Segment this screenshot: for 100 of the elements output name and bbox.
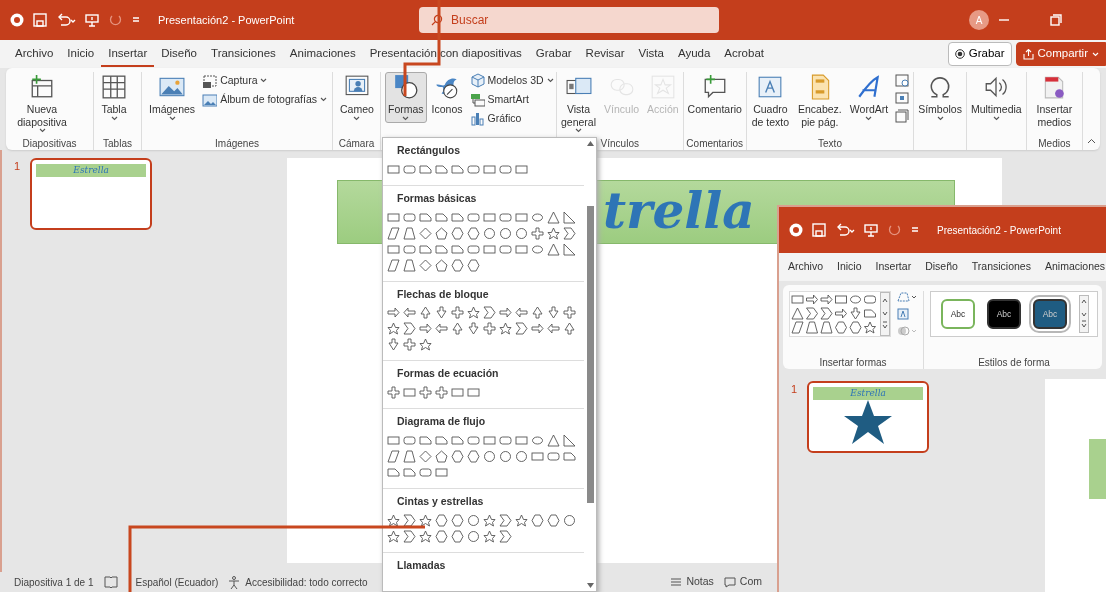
ribbon-button[interactable]: Modelos 3D [467,72,556,90]
ribbon-button[interactable]: Encabez. pie pág. [794,72,845,131]
share-button[interactable]: Compartir [1015,42,1106,66]
customize-icon[interactable] [910,225,920,235]
menu-tab[interactable]: Acrobat [717,41,771,67]
menu-tab[interactable]: Diseño [154,41,205,67]
menu-tab[interactable]: Inicio [60,41,102,67]
scrollbar-thumb[interactable] [586,206,594,503]
comments-button[interactable]: Com [723,574,762,590]
thumbnail-title: Estrella [813,387,924,400]
record-button[interactable]: Grabar [947,42,1012,66]
save-icon[interactable] [33,13,47,27]
autosave-icon[interactable] [789,223,803,237]
autosave-icon[interactable] [10,13,24,27]
section-heading: Cintas y estrellas [396,493,485,509]
table-icon [101,74,127,100]
ribbon-button[interactable]: Comentario [684,72,745,118]
section-heading: Llamadas [396,557,447,573]
menu-tab[interactable]: Insertar [101,41,155,67]
window-title: Presentación2 - PowerPoint [158,12,295,28]
style-swatch[interactable]: Abc [941,299,975,329]
shapes-icon [392,74,419,100]
new-slide-icon [29,74,55,100]
language-label: Español (Ecuador) [135,575,219,590]
presenter-icon[interactable] [85,13,99,27]
slide-number-icon [895,91,911,106]
menu-tab[interactable]: Archivo [781,255,830,279]
redo-icon[interactable] [108,13,122,27]
ribbon-button[interactable]: Insertar medios [1027,72,1081,131]
menu-tab[interactable]: Inicio [830,255,869,279]
ribbon-button[interactable]: Imágenes [146,72,199,123]
text-box-icon[interactable] [897,308,909,320]
menu-tab[interactable]: Vista [631,41,671,67]
ribbon-button[interactable]: Cuadro de texto [747,72,793,131]
menu-tab[interactable]: Transiciones [204,41,283,67]
group-label: Imágenes [215,138,259,149]
screenshot-icon [202,73,218,89]
group-label: Comentarios [686,138,744,149]
star-icon [844,400,893,446]
ribbon-button[interactable]: Tabla [98,72,130,123]
menu-tab[interactable]: Archivo [8,41,61,67]
slide-number: 1 [14,159,21,174]
slide-number: 1 [791,382,798,397]
ribbon-button[interactable]: SmartArt [467,90,556,109]
menu-tab[interactable]: Revisar [578,41,632,67]
merge-shapes-icon[interactable] [897,325,917,337]
ribbon-button[interactable]: Multimedia [967,72,1025,123]
ribbon-button[interactable]: WordArt [846,72,892,123]
accessibility-status: Accesibilidad: todo correcto [245,575,368,590]
edit-shape-icon[interactable] [897,291,917,303]
customize-icon[interactable] [131,15,141,25]
save-icon[interactable] [812,223,826,237]
menu-tab[interactable]: Transiciones [964,255,1038,279]
ribbon-button[interactable]: Cameo [337,72,377,123]
undo-icon[interactable] [56,13,76,27]
group-label: Texto [818,138,842,149]
record-icon [954,49,965,59]
caret-icon [1092,51,1099,57]
search-field[interactable]: Buscar [419,7,719,33]
restore-icon[interactable] [1050,14,1062,26]
menu-tab[interactable]: Diseño [918,255,965,279]
presenter-icon[interactable] [864,223,878,237]
menu-tab[interactable]: Insertar [868,255,919,279]
group-label: Medios [1038,138,1071,149]
group-label: Insertar formas [819,357,887,368]
ribbon-button[interactable]: Álbum de fotografías [200,90,329,109]
section-heading: Formas básicas [396,190,478,206]
gallery-scroll-icon[interactable] [1079,295,1089,333]
menu-tab[interactable]: Ayuda [670,41,718,67]
accessibility-icon[interactable] [228,575,242,589]
cube-icon [469,73,485,89]
style-swatch[interactable]: Abc [987,299,1021,329]
section-heading: Diagrama de flujo [396,414,487,430]
speaker-icon [983,74,1010,100]
menu-tab[interactable]: Presentación con diapositivas [362,41,529,67]
gallery-scroll-icon[interactable] [880,292,890,336]
collapse-icon[interactable] [1087,138,1096,144]
book-icon[interactable] [103,576,118,588]
menu-tab[interactable]: Animaciones [1037,255,1106,279]
ribbon-button[interactable]: Símbolos [915,72,965,123]
search-icon [431,14,443,26]
ribbon-button[interactable]: Iconos [428,72,466,118]
section-heading: Flechas de bloque [396,286,490,302]
notes-button[interactable]: Notas [670,574,714,590]
object-icon [895,109,911,124]
share-icon [1022,48,1034,60]
menu-tab[interactable]: Grabar [528,41,579,67]
thumbnail-title: Estrella [36,164,147,177]
undo-icon[interactable] [835,223,855,237]
smartart-icon [469,92,485,108]
group-label: Diapositivas [22,138,77,149]
ribbon-button[interactable]: Gráfico [467,109,556,128]
redo-icon[interactable] [887,223,901,237]
ribbon-button[interactable]: Nueva diapositiva [10,72,74,136]
ribbon-button[interactable]: Vista general [558,72,600,136]
ribbon-button[interactable]: Formas [385,72,427,123]
scroll-up-icon[interactable] [586,141,594,146]
ribbon-button[interactable]: Captura [200,72,329,90]
menu-tab[interactable]: Animaciones [282,41,363,67]
scroll-down-icon[interactable] [586,583,594,588]
